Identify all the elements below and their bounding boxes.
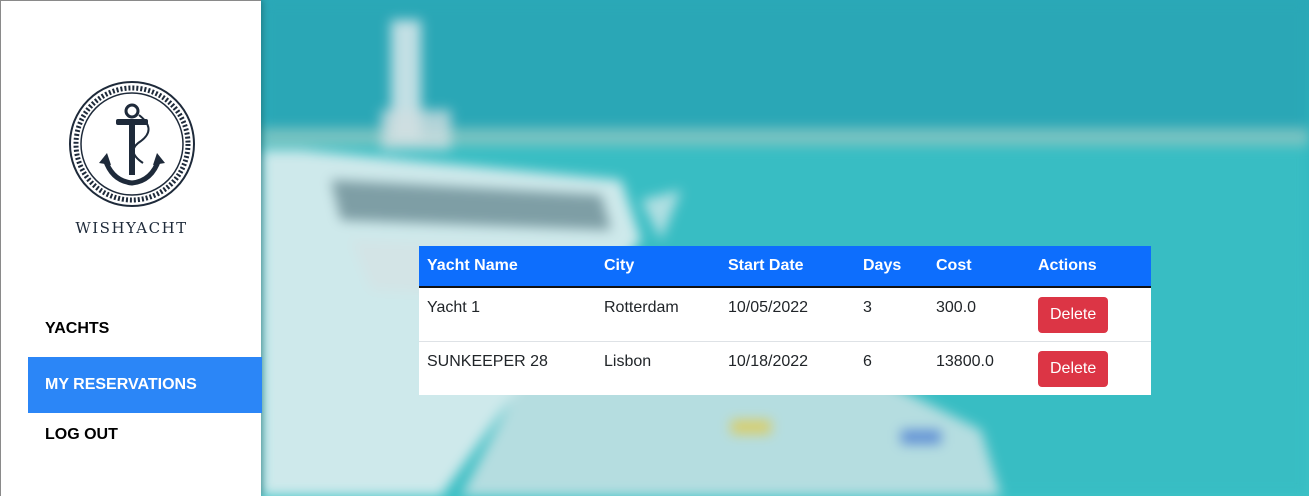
anchor-icon <box>68 81 195 207</box>
sidebar: WISHYACHT YACHTS MY RESERVATIONS LOG OUT <box>0 0 262 496</box>
cell-cost: 13800.0 <box>936 352 994 370</box>
cell-start-date: 10/18/2022 <box>728 352 809 370</box>
column-header-yacht-name: Yacht Name <box>419 246 596 288</box>
nav-item-my-reservations[interactable]: MY RESERVATIONS <box>28 357 262 413</box>
cell-yacht-name: Yacht 1 <box>419 287 596 342</box>
nav-item-yachts[interactable]: YACHTS <box>28 301 262 357</box>
column-header-days: Days <box>855 246 928 288</box>
cell-days: 3 <box>855 287 928 342</box>
delete-button[interactable]: Delete <box>1038 297 1109 333</box>
column-header-cost: Cost <box>928 246 1030 288</box>
cell-cost: 300.0 <box>928 287 1030 342</box>
table-row: SUNKEEPER 28 Lisbon 10/18/2022 6 13800.0… <box>419 341 1151 395</box>
delete-button[interactable]: Delete <box>1038 350 1109 387</box>
cell-actions: Delete <box>1030 341 1151 395</box>
table-header-row: Yacht Name City Start Date Days Cost Act… <box>419 246 1151 288</box>
column-header-city: City <box>596 246 720 288</box>
sidebar-nav: YACHTS MY RESERVATIONS LOG OUT <box>28 301 262 457</box>
column-header-actions: Actions <box>1030 246 1151 288</box>
brand-logo[interactable]: WISHYACHT <box>1 79 262 237</box>
cell-city: Lisbon <box>604 352 652 370</box>
nav-item-log-out[interactable]: LOG OUT <box>28 413 262 457</box>
cell-city: Rotterdam <box>596 287 720 342</box>
cell-yacht-name: SUNKEEPER 28 <box>427 352 548 370</box>
app-root: WISHYACHT YACHTS MY RESERVATIONS LOG OUT… <box>0 0 1309 496</box>
column-header-start-date: Start Date <box>720 246 855 288</box>
cell-actions: Delete <box>1030 287 1151 342</box>
reservations-table: Yacht Name City Start Date Days Cost Act… <box>419 246 1151 395</box>
brand-name: WISHYACHT <box>75 219 188 237</box>
cell-days: 6 <box>863 352 872 370</box>
reservations-table-card: Yacht Name City Start Date Days Cost Act… <box>419 246 1151 395</box>
table-row: Yacht 1 Rotterdam 10/05/2022 3 300.0 Del… <box>419 287 1151 342</box>
cell-start-date: 10/05/2022 <box>720 287 855 342</box>
